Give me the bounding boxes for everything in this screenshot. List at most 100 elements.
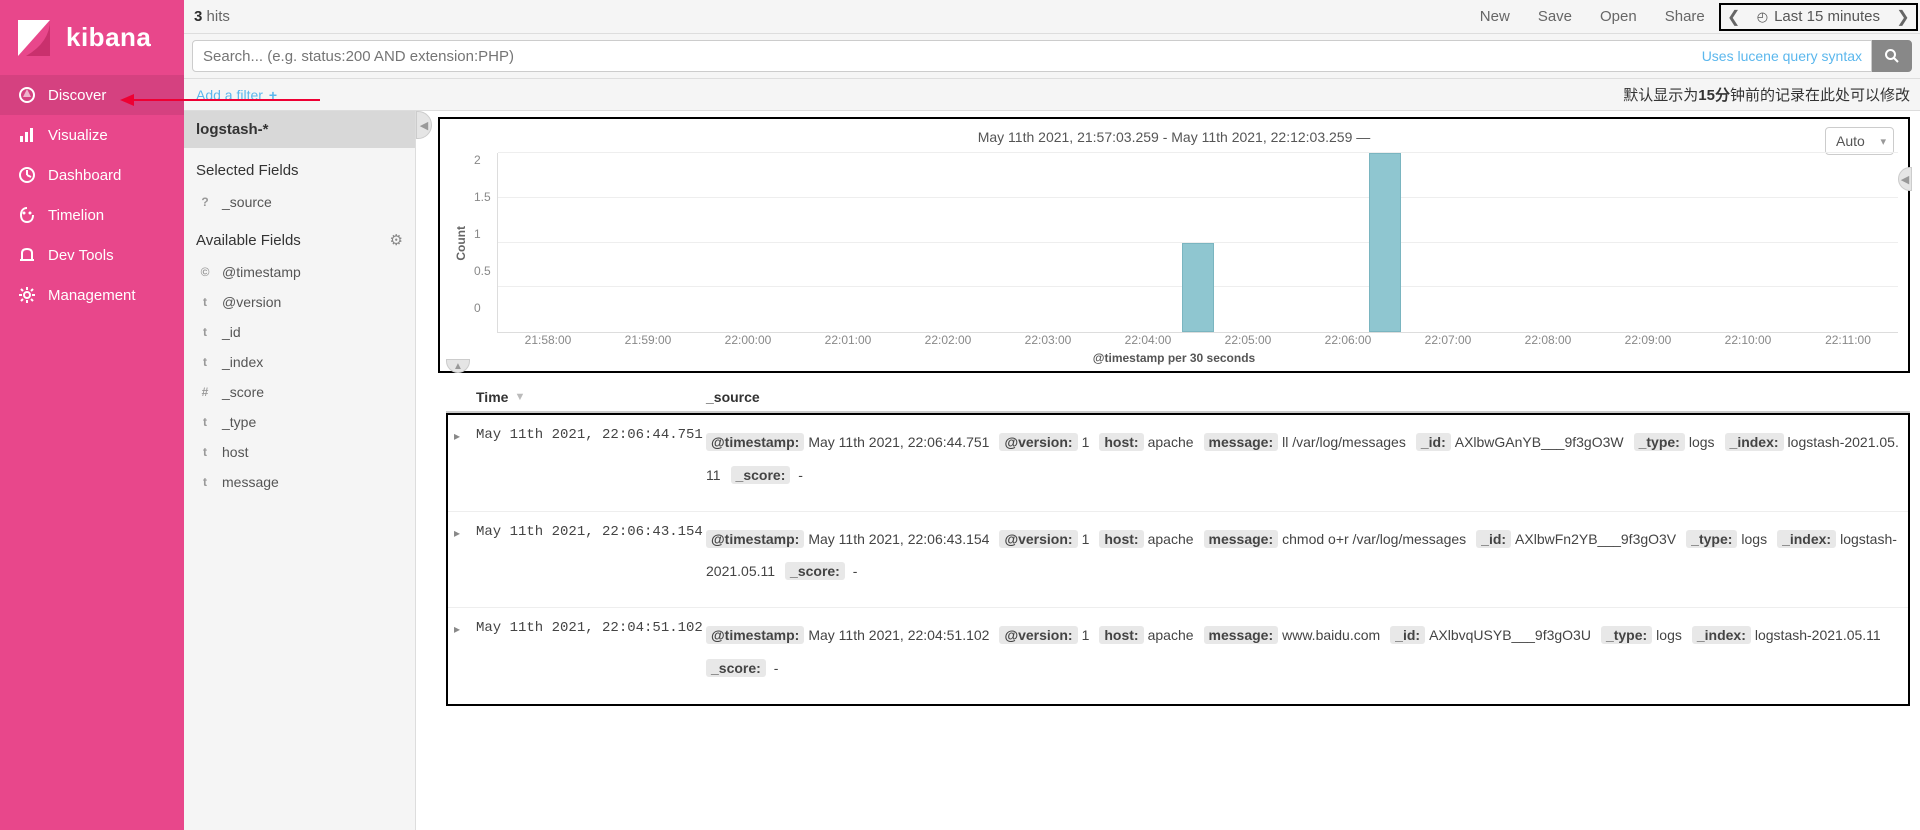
field-type-icon: t [196,445,214,459]
field-value: apache [1148,434,1194,450]
brand-name: kibana [66,22,151,53]
field-name: @version [222,294,281,310]
field-key: _score: [706,659,766,677]
field-name: _source [222,194,272,210]
nav-label: Visualize [48,127,108,144]
field-score[interactable]: #_score [184,377,415,407]
histogram-bar[interactable] [1182,243,1214,333]
index-pattern-selector[interactable]: logstash-* [184,111,415,148]
fields-settings-button[interactable]: ⚙ [390,231,403,249]
time-picker: ❮ ◴ Last 15 minutes ❯ [1719,3,1918,31]
field-value: 1 [1082,531,1090,547]
field-name: host [222,444,248,460]
nav-item-discover[interactable]: Discover [0,75,184,115]
field-value: apache [1148,627,1194,643]
field-name: _id [222,324,241,340]
row-source: @timestamp:May 11th 2021, 22:04:51.102@v… [706,620,1902,686]
side-navigation: kibana Discover Visualize Dashboard Timelio… [0,0,184,830]
field-type-icon: t [196,295,214,309]
table-row: ▸May 11th 2021, 22:04:51.102@timestamp:M… [448,608,1908,704]
field-key: _index: [1725,433,1784,451]
add-filter-link[interactable]: Add a filter + [196,87,277,103]
lucene-syntax-link[interactable]: Uses lucene query syntax [1702,48,1862,64]
nav-item-management[interactable]: Management [0,275,184,315]
field-name: _score [222,384,264,400]
search-button[interactable] [1872,40,1912,72]
nav-label: Dashboard [48,167,121,184]
field-index[interactable]: t_index [184,347,415,377]
brand-logo[interactable]: kibana [0,0,184,75]
collapse-chart-right-button[interactable]: ◀ [1898,167,1912,191]
row-time: May 11th 2021, 22:06:43.154 [476,524,706,590]
field-id[interactable]: t_id [184,317,415,347]
field-value: May 11th 2021, 22:04:51.102 [808,627,989,643]
top-bar: 3 hits NewSaveOpenShare ❮ ◴ Last 15 minu… [184,0,1920,34]
row-time: May 11th 2021, 22:06:44.751 [476,427,706,493]
clock-icon: ◴ [1757,9,1768,25]
time-next-button[interactable]: ❯ [1890,7,1916,27]
nav-item-timelion[interactable]: Timelion [0,195,184,235]
row-source: @timestamp:May 11th 2021, 22:06:44.751@v… [706,427,1902,493]
field-key: _index: [1692,626,1751,644]
expand-row-button[interactable]: ▸ [454,524,476,590]
field-key: message: [1204,626,1279,644]
field-version[interactable]: t @version [184,287,415,317]
field-value: May 11th 2021, 22:06:43.154 [808,531,989,547]
interval-select[interactable]: Auto [1825,127,1894,155]
field-value: logs [1689,434,1715,450]
field-type-icon: t [196,415,214,429]
field-message[interactable]: tmessage [184,467,415,497]
field-value: AXlbwFn2YB___9f3gO3V [1515,531,1676,547]
field-name: _type [222,414,256,430]
field-name: message [222,474,279,490]
top-link-open[interactable]: Open [1586,8,1651,25]
collapse-fields-button[interactable]: ◀ [416,111,432,139]
filter-bar: Add a filter + 默认显示为15分钟前的记录在此处可以修改 [184,79,1920,111]
field-timestamp[interactable]: ©@timestamp [184,257,415,287]
nav-item-dashboard[interactable]: Dashboard [0,155,184,195]
expand-row-button[interactable]: ▸ [454,427,476,493]
hits-count: 3 hits [184,8,230,25]
field-key: @version: [999,433,1077,451]
top-link-new[interactable]: New [1466,8,1524,25]
histogram-bar[interactable] [1369,153,1401,332]
field-value: - [770,660,779,676]
field-key: _id: [1390,626,1425,644]
column-time[interactable]: Time ▼ [476,389,706,405]
kibana-logo-icon [14,18,54,58]
field-key: _id: [1476,530,1511,548]
field-host[interactable]: thost [184,437,415,467]
chart-xaxis: 21:58:0021:59:0022:00:0022:01:0022:02:00… [450,333,1898,347]
field-source[interactable]: ?_source [184,187,415,217]
collapse-chart-up-button[interactable]: ▲ [446,359,470,373]
field-key: host: [1099,433,1143,451]
fields-panel: logstash-* Selected Fields ?_source Avai… [184,111,416,830]
expand-row-button[interactable]: ▸ [454,620,476,686]
chart-title: May 11th 2021, 21:57:03.259 - May 11th 2… [450,125,1898,153]
search-bar: Uses lucene query syntax [184,34,1920,79]
table-header: Time ▼ _source [446,383,1910,413]
chart-plot-area[interactable] [497,153,1898,333]
top-link-save[interactable]: Save [1524,8,1586,25]
field-value: logs [1741,531,1767,547]
nav-icon [18,206,48,224]
time-range-label[interactable]: ◴ Last 15 minutes [1747,8,1890,25]
nav-icon [18,126,48,144]
search-input[interactable] [192,40,1872,72]
column-source[interactable]: _source [706,389,1910,405]
field-key: @version: [999,626,1077,644]
nav-item-dev-tools[interactable]: Dev Tools [0,235,184,275]
field-type[interactable]: t _type [184,407,415,437]
field-key: host: [1099,530,1143,548]
nav-label: Management [48,287,136,304]
time-prev-button[interactable]: ❮ [1721,7,1747,27]
row-time: May 11th 2021, 22:04:51.102 [476,620,706,686]
nav-item-visualize[interactable]: Visualize [0,115,184,155]
field-key: _score: [785,562,845,580]
field-value: 1 [1082,434,1090,450]
field-value: logstash-2021.05.11 [1755,627,1881,643]
nav-icon [18,286,48,304]
row-source: @timestamp:May 11th 2021, 22:06:43.154@v… [706,524,1902,590]
top-link-share[interactable]: Share [1651,8,1719,25]
field-value: AXlbwGAnYB___9f3gO3W [1455,434,1624,450]
